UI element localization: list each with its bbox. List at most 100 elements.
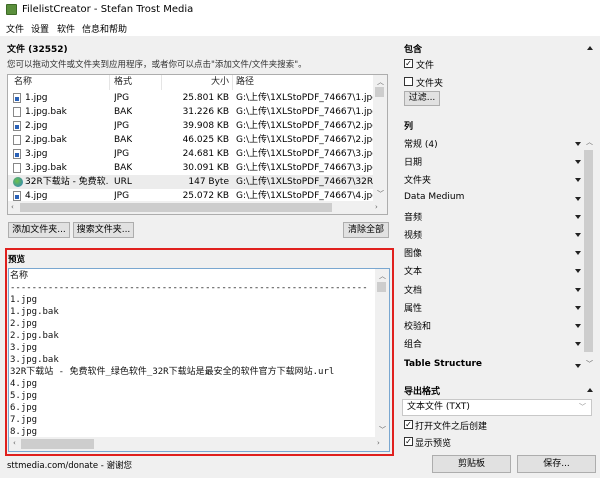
scrollbar-thumb[interactable] <box>21 439 94 449</box>
scrollbar-thumb[interactable] <box>377 282 386 292</box>
column-category[interactable]: 日期 <box>404 155 422 168</box>
vertical-scrollbar[interactable]: ︿ ﹀ <box>373 75 387 201</box>
table-row[interactable]: 32R下载站 - 免费软... URL 147 Byte G:\上传\1XLSt… <box>8 175 374 189</box>
menu-help[interactable]: 信息和帮助 <box>82 22 127 35</box>
scroll-right-icon[interactable]: › <box>377 439 380 447</box>
collapse-icon[interactable] <box>587 46 593 50</box>
column-category[interactable]: 文本 <box>404 264 422 277</box>
column-category[interactable]: 文档 <box>404 283 422 296</box>
cell-path: G:\上传\1XLStoPDF_74667\3.jpg.bak <box>236 163 374 173</box>
search-folder-button[interactable]: 搜索文件夹... <box>73 222 134 238</box>
cell-format: BAK <box>114 135 133 145</box>
donate-link[interactable]: sttmedia.com/donate - 谢谢您 <box>7 459 132 471</box>
cell-size: 30.091 KB <box>182 163 229 173</box>
scroll-down-icon[interactable]: ﹀ <box>379 425 386 435</box>
column-divider[interactable] <box>232 75 233 90</box>
horizontal-scrollbar[interactable]: ‹ › <box>8 201 387 214</box>
expand-icon[interactable] <box>575 342 581 347</box>
scroll-right-icon[interactable]: › <box>375 203 378 211</box>
file-list[interactable]: 名称 格式 大小 路径 1.jpg JPG 25.801 KB G:\上传\1X… <box>7 74 388 215</box>
table-structure-heading[interactable]: Table Structure <box>404 359 482 369</box>
column-category[interactable]: 文件夹 <box>404 173 431 186</box>
table-row[interactable]: 1.jpg.bak BAK 31.226 KB G:\上传\1XLStoPDF_… <box>8 105 374 119</box>
column-category[interactable]: 组合 <box>404 337 422 350</box>
expand-icon[interactable] <box>575 251 581 256</box>
folders-checkbox[interactable] <box>404 77 413 86</box>
preview-textarea[interactable]: 名称 -------------------------------------… <box>8 268 390 452</box>
cell-format: JPG <box>114 149 130 159</box>
scroll-left-icon[interactable]: ‹ <box>13 439 16 447</box>
open-after-label: 打开文件之后创建 <box>415 422 488 432</box>
clear-all-button[interactable]: 清除全部 <box>343 222 389 238</box>
files-checkbox[interactable]: ✓ <box>404 59 413 68</box>
cell-name: 3.jpg.bak <box>25 163 67 173</box>
table-row[interactable]: 3.jpg.bak BAK 30.091 KB G:\上传\1XLStoPDF_… <box>8 161 374 175</box>
scroll-up-icon[interactable]: ︿ <box>377 77 384 87</box>
folders-checkbox-label: 文件夹 <box>416 79 444 89</box>
table-row[interactable]: 2.jpg JPG 39.908 KB G:\上传\1XLStoPDF_7466… <box>8 119 374 133</box>
expand-icon[interactable] <box>575 269 581 274</box>
expand-icon[interactable] <box>575 196 581 201</box>
column-category[interactable]: 校验和 <box>404 319 431 332</box>
table-row[interactable]: 2.jpg.bak BAK 46.025 KB G:\上传\1XLStoPDF_… <box>8 133 374 147</box>
cell-path: G:\上传\1XLStoPDF_74667\1.jpg <box>236 93 374 103</box>
expand-icon[interactable] <box>575 214 581 219</box>
file-icon <box>13 163 21 173</box>
menu-file[interactable]: 文件 <box>6 22 24 35</box>
columns-scrollbar-thumb[interactable] <box>584 150 593 352</box>
menu-bar: 文件 设置 软件 信息和帮助 <box>0 20 600 36</box>
expand-icon[interactable] <box>575 287 581 292</box>
scrollbar-thumb[interactable] <box>20 203 332 212</box>
app-icon <box>6 4 17 15</box>
expand-icon[interactable] <box>575 142 581 146</box>
expand-icon[interactable] <box>575 324 581 328</box>
image-file-icon <box>13 121 21 131</box>
export-format-select[interactable]: 文本文件 (TXT) ﹀ <box>402 399 592 416</box>
column-category[interactable]: 图像 <box>404 246 422 259</box>
menu-settings[interactable]: 设置 <box>31 22 49 35</box>
expand-icon[interactable] <box>575 364 581 368</box>
column-header-name[interactable]: 名称 <box>14 75 32 90</box>
preview-vertical-scrollbar[interactable]: ︿ ﹀ <box>375 269 389 437</box>
column-category[interactable]: 音频 <box>404 210 422 223</box>
menu-software[interactable]: 软件 <box>57 22 75 35</box>
cell-format: URL <box>114 177 132 187</box>
scroll-up-icon[interactable]: ︿ <box>379 271 386 281</box>
clipboard-button[interactable]: 剪贴板 <box>432 455 511 473</box>
cell-size: 31.226 KB <box>182 107 229 117</box>
column-category[interactable]: 常规 (4) <box>404 137 438 150</box>
column-header-format[interactable]: 格式 <box>114 75 132 90</box>
column-category[interactable]: 属性 <box>404 301 422 314</box>
url-globe-icon <box>13 177 23 187</box>
open-after-checkbox[interactable]: ✓ <box>404 420 413 429</box>
collapse-icon[interactable] <box>587 388 593 392</box>
scroll-left-icon[interactable]: ‹ <box>11 203 14 211</box>
cell-name: 2.jpg <box>25 121 48 131</box>
preview-horizontal-scrollbar[interactable]: ‹ › <box>9 437 389 451</box>
files-heading: 文件 (32552) <box>7 45 68 55</box>
scroll-down-icon[interactable]: ﹀ <box>377 189 384 199</box>
column-divider[interactable] <box>161 75 162 90</box>
column-category[interactable]: Data Medium <box>404 192 464 202</box>
table-row[interactable]: 3.jpg JPG 24.681 KB G:\上传\1XLStoPDF_7466… <box>8 147 374 161</box>
cell-path: G:\上传\1XLStoPDF_74667\2.jpg.bak <box>236 135 374 145</box>
expand-icon[interactable] <box>575 178 581 183</box>
column-header-path[interactable]: 路径 <box>236 75 254 90</box>
preview-text: 名称 -------------------------------------… <box>10 271 368 437</box>
expand-icon[interactable] <box>575 160 581 165</box>
scroll-up-icon[interactable]: ︿ <box>586 137 593 147</box>
column-header-size[interactable]: 大小 <box>163 75 229 90</box>
add-folder-button[interactable]: 添加文件夹... <box>8 222 70 238</box>
save-button[interactable]: 保存... <box>517 455 596 473</box>
scrollbar-thumb[interactable] <box>375 87 384 97</box>
show-preview-checkbox[interactable]: ✓ <box>404 437 413 446</box>
columns-heading: 列 <box>404 122 414 132</box>
filter-button[interactable]: 过滤... <box>404 91 440 106</box>
expand-icon[interactable] <box>575 233 581 237</box>
include-heading: 包含 <box>404 45 423 55</box>
column-divider[interactable] <box>109 75 110 90</box>
scroll-down-icon[interactable]: ﹀ <box>586 359 593 369</box>
column-category[interactable]: 视频 <box>404 228 422 241</box>
table-row[interactable]: 1.jpg JPG 25.801 KB G:\上传\1XLStoPDF_7466… <box>8 91 374 105</box>
expand-icon[interactable] <box>575 305 581 310</box>
